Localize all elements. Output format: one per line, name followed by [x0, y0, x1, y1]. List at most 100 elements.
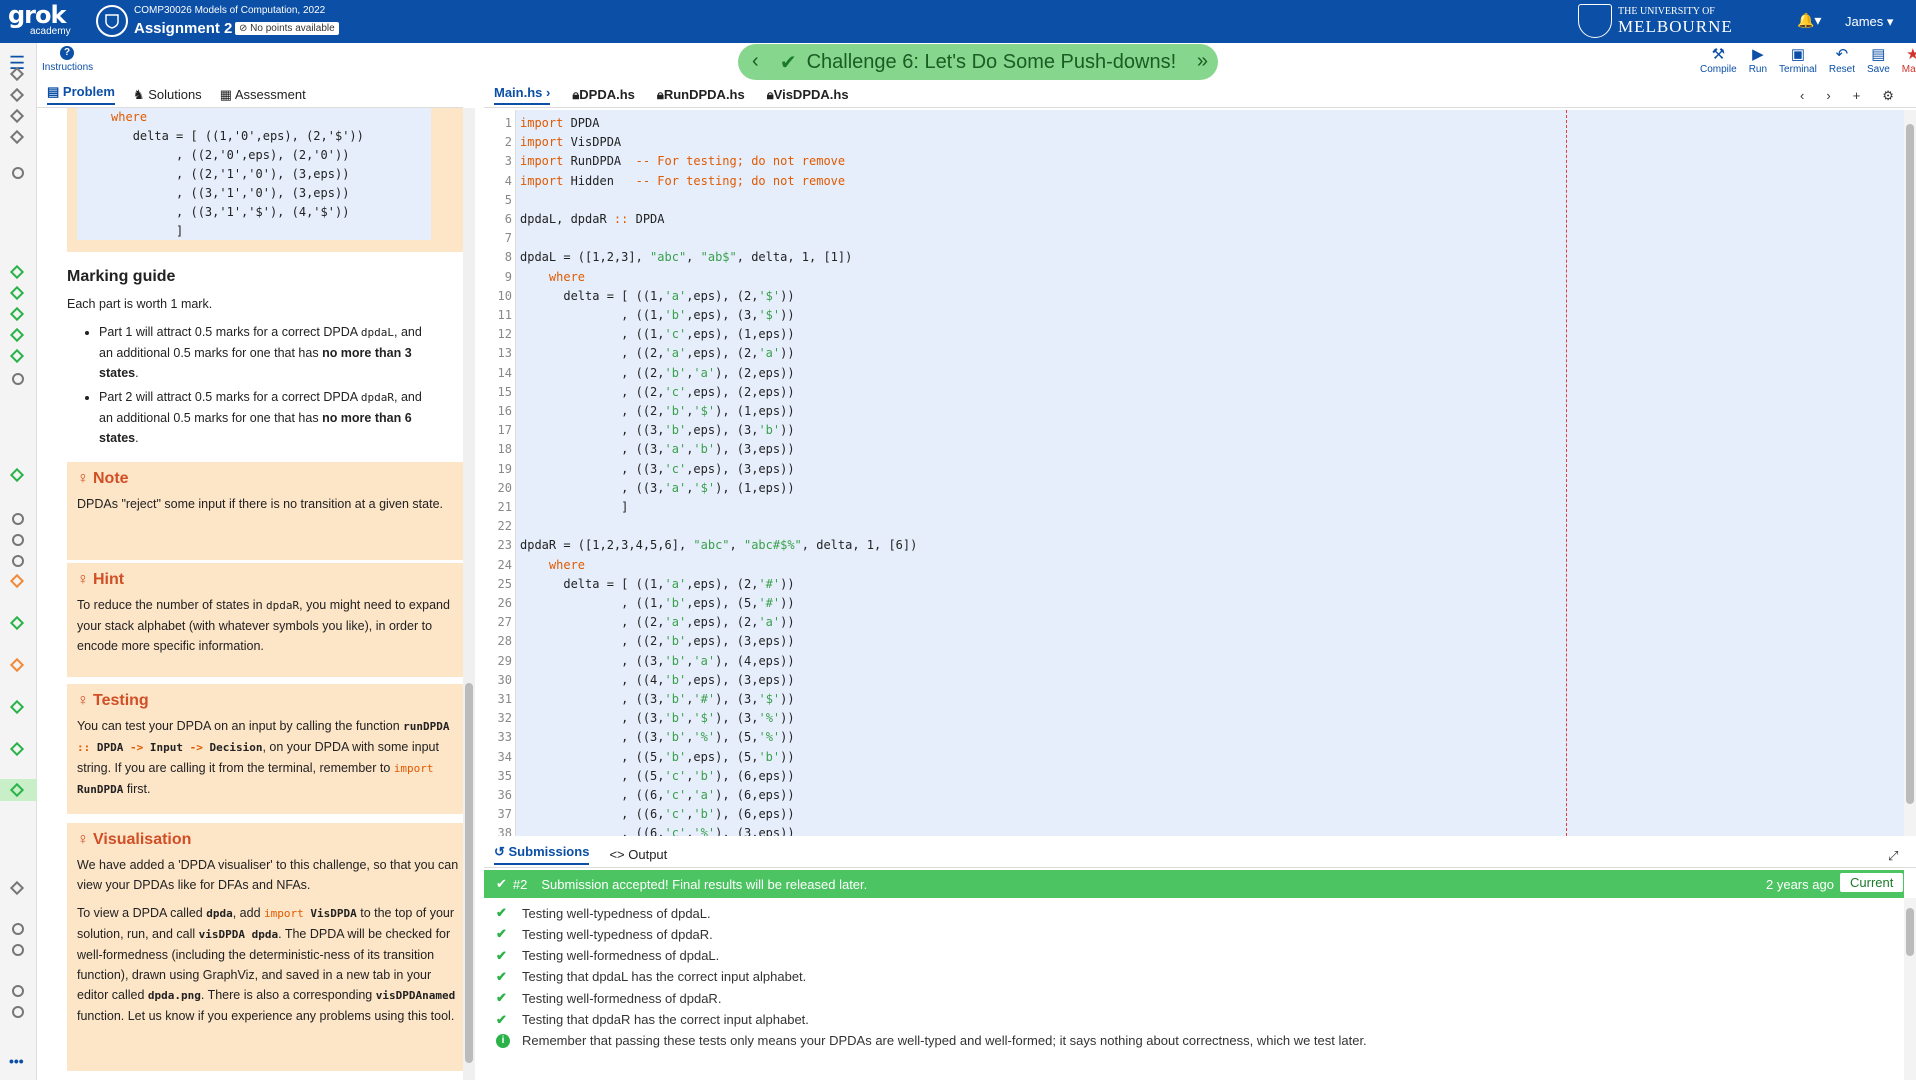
challenge-node-icon[interactable] [9, 880, 25, 896]
instructions-button[interactable]: ? Instructions [42, 46, 93, 73]
challenge-node-icon[interactable] [9, 573, 25, 589]
tab-submissions[interactable]: ↺ Submissions [494, 844, 590, 865]
challenge-node-icon[interactable] [9, 264, 25, 280]
submission-time: 2 years ago [1766, 876, 1834, 892]
document-icon: ▤ [47, 84, 63, 99]
tab-visdpda-hs[interactable]: 🔒︎VisDPDA.hs [767, 87, 849, 103]
save-label: Save [1866, 64, 1890, 75]
challenge-node-icon[interactable] [12, 555, 24, 567]
challenge-node-icon[interactable] [9, 285, 25, 301]
scrollbar-thumb[interactable] [1906, 908, 1914, 956]
line-number: 20 [497, 480, 512, 495]
terminal-button[interactable]: ▣ Terminal [1779, 46, 1817, 75]
challenge-node-icon[interactable] [12, 534, 24, 546]
code-text: , ((1,'b',eps), (3,'$')) [520, 306, 794, 325]
chevron-right-icon[interactable]: › [1826, 88, 1830, 104]
notifications-bell-icon[interactable]: 🔔▾ [1797, 12, 1821, 29]
reset-button[interactable]: ↶ Reset [1829, 46, 1855, 75]
line-number: 16 [497, 404, 512, 418]
problem-scrollbar[interactable] [463, 108, 475, 1080]
code-body: , ((3,'a','b'), (3,eps)) [520, 442, 795, 457]
chevron-left-icon[interactable]: ‹ [1800, 88, 1804, 104]
code-comment: -- For testing; do not remove [635, 154, 846, 169]
challenge-node-icon[interactable] [12, 1006, 24, 1018]
run-button[interactable]: ▶ Run [1749, 46, 1767, 75]
previous-challenge-icon[interactable]: ‹ [752, 50, 759, 73]
tab-output[interactable]: <> Output [609, 847, 667, 862]
code-body: Hidden [563, 173, 636, 188]
challenge-node-icon[interactable] [9, 615, 25, 631]
code-body: dpdaR = ([1,2,3,4,5,6], "abc", "abc#$%",… [520, 538, 918, 553]
hint-body: To reduce the number of states in dpdaR,… [77, 595, 459, 656]
add-file-icon[interactable]: + [1853, 88, 1861, 104]
code-line: 20 , ((3,'a','$'), (1,eps)) [484, 479, 1904, 498]
challenge-node-icon[interactable] [9, 306, 25, 322]
tab-rundpda-hs[interactable]: 🔒︎RunDPDA.hs [657, 87, 745, 103]
test-result-row: ✔ Testing well-formedness of dpdaR. [496, 988, 721, 1008]
tab-main-hs[interactable]: Main.hs › [494, 84, 551, 105]
marking-list: Part 1 will attract 0.5 marks for a corr… [99, 322, 437, 448]
points-badge-label: No points available [250, 23, 335, 34]
line-number: 24 [497, 557, 512, 572]
line-number: 13 [497, 346, 512, 361]
challenge-node-icon[interactable] [9, 348, 25, 364]
line-number: 32 [497, 711, 512, 726]
line-number: 25 [497, 576, 512, 591]
code-text: , ((5,'c','b'), (6,eps)) [520, 767, 794, 786]
compile-button[interactable]: ⚒ Compile [1700, 46, 1737, 75]
challenge-node-icon[interactable] [9, 87, 25, 103]
tab-problem[interactable]: ▤ Problem [47, 84, 115, 105]
results-scrollbar[interactable] [1904, 898, 1916, 1080]
code-body: , ((3,'b','%'), (5,'%')) [520, 730, 795, 745]
code-body: ] [520, 500, 629, 514]
check-icon: ✔ [496, 968, 507, 984]
user-menu[interactable]: James ▾ [1845, 14, 1893, 30]
challenge-node-icon[interactable] [9, 327, 25, 343]
settings-gear-icon[interactable]: ⚙ [1882, 88, 1894, 104]
visualisation-callout: ♀ Visualisation We have added a 'DPDA vis… [67, 823, 463, 1071]
more-dots-icon[interactable]: ••• [9, 1053, 24, 1069]
tab-dpda-hs[interactable]: 🔒︎DPDA.hs [572, 87, 635, 103]
compile-label: Compile [1700, 64, 1737, 75]
expand-icon[interactable]: ⤢ [1888, 848, 1898, 864]
tab-solutions[interactable]: ♞ Solutions [133, 87, 202, 103]
challenge-node-icon[interactable] [9, 467, 25, 483]
code-line: 16 , ((2,'b','$'), (1,eps)) [484, 402, 1904, 421]
save-button[interactable]: ▤ Save [1867, 46, 1890, 75]
inline-code: dpdaR [360, 391, 395, 404]
submission-message: Submission accepted! Final results will … [541, 876, 868, 892]
code-editor[interactable]: 1 import DPDA 2 import VisDPDA 3 import RunDP… [484, 110, 1904, 836]
scrollbar-thumb[interactable] [465, 683, 473, 1063]
challenge-node-icon[interactable] [12, 373, 24, 385]
line-number: 4 [504, 173, 512, 188]
challenge-node-icon[interactable] [12, 985, 24, 997]
line-number: 19 [497, 461, 512, 476]
problem-tabs: ▤ Problem ♞ Solutions ▦ Assessment [37, 82, 463, 108]
challenge-node-icon[interactable] [9, 108, 25, 124]
logo-text: grok [8, 1, 66, 29]
challenge-node-icon[interactable] [9, 741, 25, 757]
challenge-node-icon[interactable] [9, 699, 25, 715]
code-line: 11 , ((1,'b',eps), (3,'$')) [484, 306, 1904, 325]
example-code: where delta = [ ((1,'0',eps), (2,'$')) ,… [77, 108, 431, 240]
editor-scrollbar[interactable] [1904, 110, 1916, 836]
code-line: 9 where [484, 268, 1904, 287]
tab-main-label: Main.hs [494, 84, 543, 100]
tab-assessment[interactable]: ▦ Assessment [220, 87, 306, 103]
current-badge[interactable]: Current [1840, 873, 1904, 892]
code-line: 36 , ((6,'c','a'), (6,eps)) [484, 786, 1904, 805]
challenge-node-icon[interactable] [12, 513, 24, 525]
inline-code: visDPDAnamed [375, 989, 456, 1002]
code-body: , ((2,'b',eps), (3,eps)) [520, 634, 795, 649]
challenge-node-icon[interactable] [9, 657, 25, 673]
challenge-node-icon[interactable] [12, 944, 24, 956]
code-body: , ((3,'c',eps), (3,eps)) [520, 461, 795, 476]
submission-header[interactable]: ✔ #2 Submission accepted! Final results … [484, 870, 1904, 898]
next-challenge-icon[interactable]: » [1197, 50, 1208, 73]
challenge-node-icon[interactable] [9, 129, 25, 145]
grok-logo[interactable]: grok academy [8, 3, 78, 40]
scrollbar-thumb[interactable] [1906, 124, 1914, 804]
mark-button[interactable]: ★Mark [1902, 46, 1916, 75]
challenge-node-icon[interactable] [12, 167, 24, 179]
challenge-node-icon[interactable] [12, 923, 24, 935]
